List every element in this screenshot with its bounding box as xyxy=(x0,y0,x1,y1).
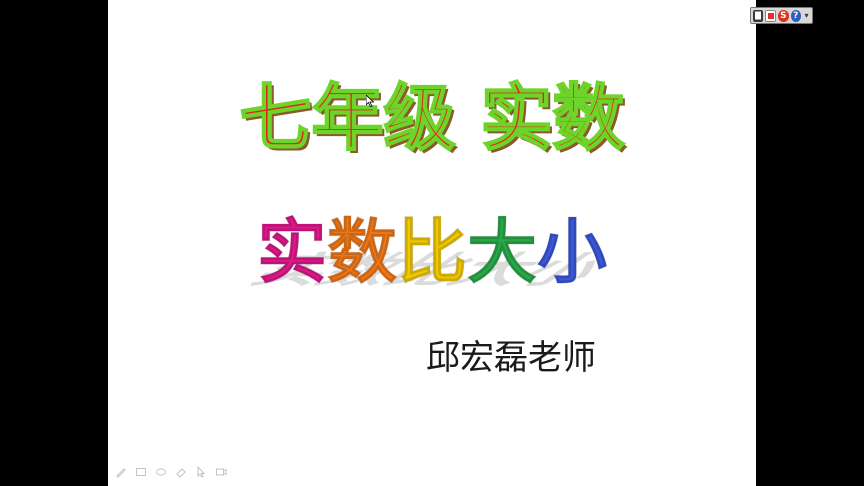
page-icon[interactable] xyxy=(765,9,777,22)
help-icon[interactable]: ? xyxy=(790,9,802,22)
system-tray-widget: S ? ▾ xyxy=(750,7,813,24)
screen-icon[interactable] xyxy=(214,465,228,479)
menu-arrow-icon[interactable]: ▾ xyxy=(803,10,810,22)
slide-title: 七年级 实数 xyxy=(238,75,625,161)
subtitle-char: 大 xyxy=(467,211,538,293)
author-name: 邱宏磊老师 xyxy=(426,338,596,378)
subtitle-char: 数 xyxy=(327,211,398,293)
pointer-icon[interactable] xyxy=(154,465,168,479)
eraser-icon[interactable] xyxy=(174,465,188,479)
subtitle-char: 小 xyxy=(537,211,608,293)
screen: 七年级 实数 实数比大小 实数比大小 邱宏磊老师 S ? ▾ xyxy=(0,0,864,486)
subtitle-char: 实 xyxy=(257,211,328,293)
document-icon[interactable] xyxy=(753,9,764,22)
subtitle-wordart: 实数比大小 实数比大小 xyxy=(108,208,756,298)
subtitle-char: 比 xyxy=(397,211,468,293)
mouse-cursor-icon xyxy=(366,95,374,107)
presentation-slide: 七年级 实数 实数比大小 实数比大小 邱宏磊老师 xyxy=(108,0,756,486)
slideshow-toolbar xyxy=(114,462,228,482)
arrow-icon[interactable] xyxy=(194,465,208,479)
slides-icon[interactable] xyxy=(134,465,148,479)
s-icon[interactable]: S xyxy=(778,9,789,22)
pen-icon[interactable] xyxy=(114,465,128,479)
slide-subtitle: 实数比大小 xyxy=(108,211,756,293)
